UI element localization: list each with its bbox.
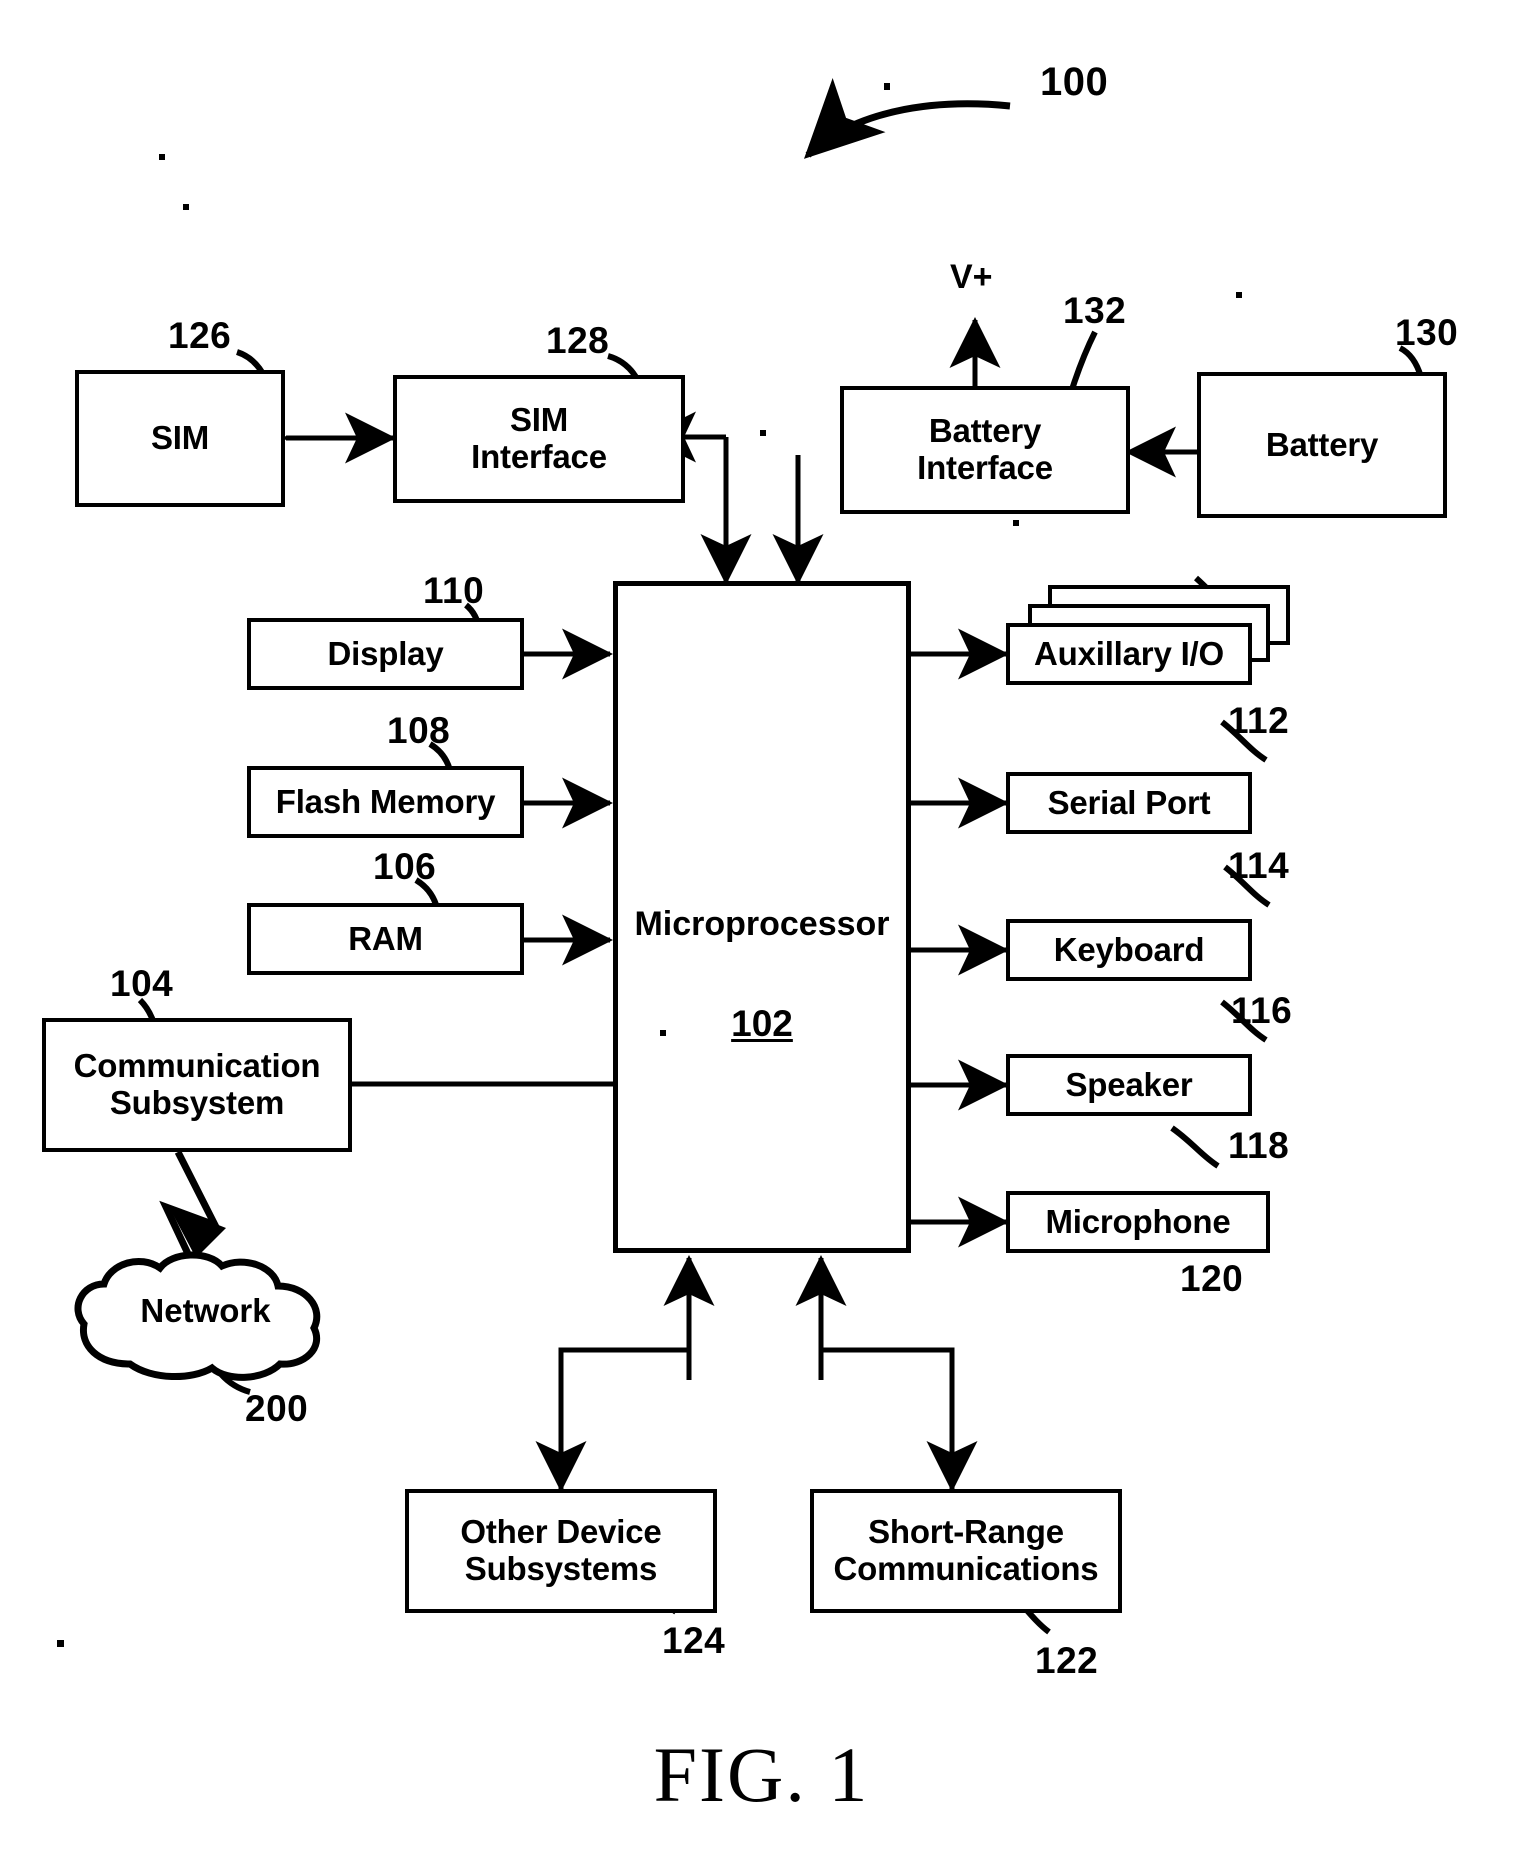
node-ram-label: RAM bbox=[348, 919, 423, 957]
node-flash-memory-label: Flash Memory bbox=[275, 782, 496, 820]
node-other-device-subsystems[interactable]: Other Device Subsystems bbox=[405, 1489, 717, 1613]
node-serial-port[interactable]: Serial Port bbox=[1006, 772, 1252, 834]
scan-speck bbox=[183, 204, 189, 210]
node-communication-subsystem[interactable]: Communication Subsystem bbox=[42, 1018, 352, 1152]
ref-108: 108 bbox=[387, 710, 451, 751]
ref-106: 106 bbox=[373, 846, 437, 887]
node-microphone[interactable]: Microphone bbox=[1006, 1191, 1270, 1253]
scan-speck bbox=[57, 1640, 64, 1647]
node-short-range-communications-label: Short-Range Communications bbox=[833, 1513, 1099, 1587]
ref-126: 126 bbox=[168, 315, 232, 356]
node-other-device-subsystems-label: Other Device Subsystems bbox=[460, 1513, 662, 1587]
ref-110: 110 bbox=[423, 570, 485, 611]
node-keyboard[interactable]: Keyboard bbox=[1006, 919, 1252, 981]
scan-speck bbox=[660, 1030, 666, 1036]
ref-122: 122 bbox=[1035, 1640, 1099, 1681]
ref-114: 114 bbox=[1228, 845, 1290, 886]
node-sim-label: SIM bbox=[150, 419, 210, 457]
node-sim-interface[interactable]: SIM Interface bbox=[393, 375, 685, 503]
node-speaker-label: Speaker bbox=[1065, 1065, 1193, 1103]
node-speaker[interactable]: Speaker bbox=[1006, 1054, 1252, 1116]
figure-caption: FIG. 1 bbox=[653, 1731, 870, 1818]
ref-118: 118 bbox=[1228, 1125, 1290, 1166]
scan-speck bbox=[884, 83, 890, 90]
ref-128: 128 bbox=[546, 320, 610, 361]
node-battery[interactable]: Battery bbox=[1197, 372, 1447, 518]
node-display[interactable]: Display bbox=[247, 618, 524, 690]
node-auxiliary-io[interactable]: Auxillary I/O bbox=[1006, 623, 1252, 685]
node-microprocessor-label: Microprocessor bbox=[634, 905, 890, 943]
scan-speck bbox=[159, 154, 165, 160]
ref-100: 100 bbox=[1040, 60, 1109, 104]
ref-124: 124 bbox=[662, 1620, 726, 1661]
node-serial-port-label: Serial Port bbox=[1047, 783, 1211, 821]
node-ram[interactable]: RAM bbox=[247, 903, 524, 975]
ref-104: 104 bbox=[110, 963, 174, 1004]
node-flash-memory[interactable]: Flash Memory bbox=[247, 766, 524, 838]
scan-speck bbox=[760, 430, 766, 436]
node-sim-interface-label: SIM Interface bbox=[471, 401, 607, 475]
ref-116: 116 bbox=[1231, 990, 1293, 1031]
scan-speck bbox=[1013, 520, 1019, 526]
node-short-range-communications[interactable]: Short-Range Communications bbox=[810, 1489, 1122, 1613]
node-battery-interface[interactable]: Battery Interface bbox=[840, 386, 1130, 514]
node-battery-label: Battery bbox=[1265, 425, 1379, 463]
patent-figure-1: SIM 126 SIM Interface 128 Battery Interf… bbox=[0, 0, 1523, 1872]
node-battery-interface-label: Battery Interface bbox=[917, 412, 1053, 486]
ref-200: 200 bbox=[245, 1388, 309, 1429]
ref-102: 102 bbox=[731, 1003, 793, 1044]
scan-speck bbox=[1236, 292, 1242, 298]
node-sim[interactable]: SIM bbox=[75, 370, 285, 507]
ref-132: 132 bbox=[1063, 290, 1127, 331]
node-auxiliary-io-label: Auxillary I/O bbox=[1034, 634, 1224, 672]
node-display-label: Display bbox=[327, 634, 444, 672]
node-network-label: Network bbox=[140, 1292, 271, 1329]
ref-112: 112 bbox=[1228, 700, 1290, 741]
node-microphone-label: Microphone bbox=[1045, 1202, 1231, 1240]
node-keyboard-label: Keyboard bbox=[1053, 930, 1205, 968]
power-rail-label: V+ bbox=[950, 258, 993, 296]
ref-130: 130 bbox=[1395, 312, 1459, 353]
ref-120: 120 bbox=[1180, 1258, 1244, 1299]
node-communication-subsystem-label: Communication Subsystem bbox=[73, 1047, 321, 1121]
